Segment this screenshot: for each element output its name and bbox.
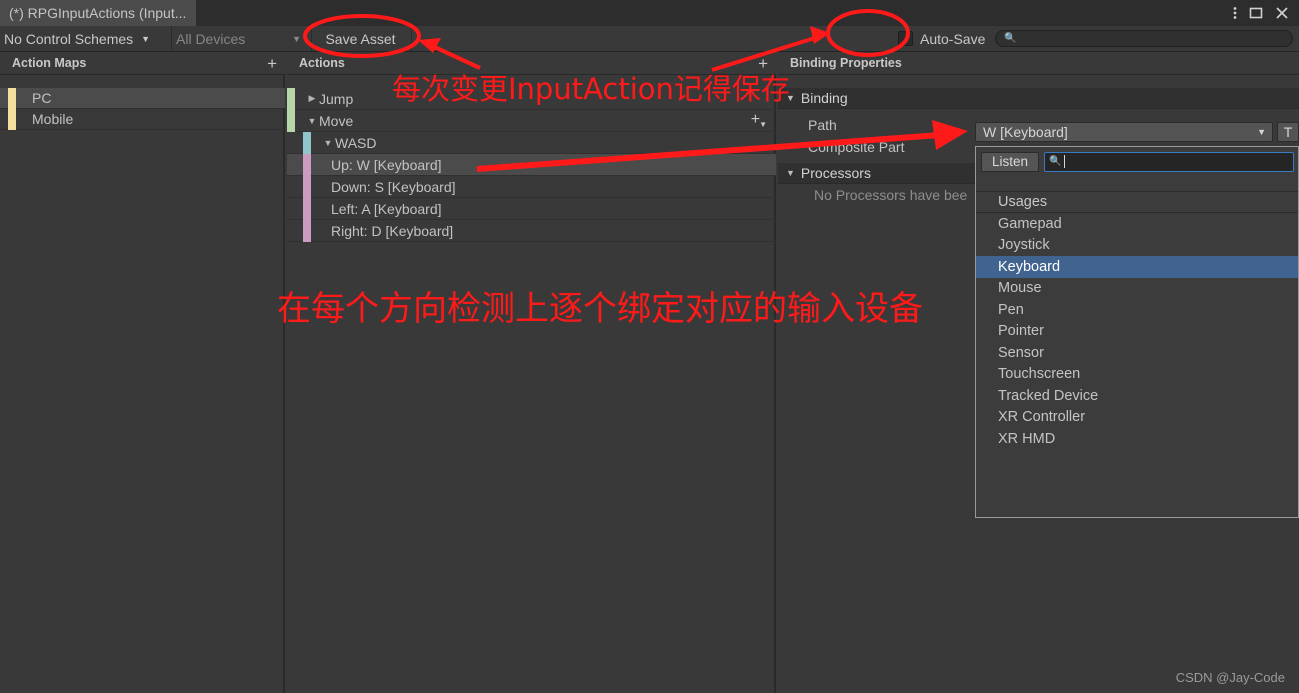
path-option-joystick[interactable]: Joystick xyxy=(976,235,1298,257)
color-strip xyxy=(287,88,295,110)
path-picker-search-input[interactable] xyxy=(1065,154,1289,169)
color-strip xyxy=(303,220,311,242)
path-option-pen[interactable]: Pen xyxy=(976,299,1298,321)
binding-item-left[interactable]: Left: A [Keyboard] xyxy=(287,198,776,220)
action-map-label: PC xyxy=(32,90,52,106)
actions-header: Actions + xyxy=(287,52,776,75)
binding-item-up[interactable]: Up: W [Keyboard] xyxy=(287,154,776,176)
color-strip xyxy=(303,132,311,154)
binding-properties-title: Binding Properties xyxy=(790,56,902,70)
maximize-icon[interactable] xyxy=(1249,6,1263,20)
composite-item-wasd[interactable]: ▼ WASD xyxy=(287,132,776,154)
path-text-mode-button[interactable]: T xyxy=(1277,122,1299,142)
toolbar-search-box[interactable]: 🔍 xyxy=(995,30,1293,47)
devices-label: All Devices xyxy=(176,30,246,47)
listen-button[interactable]: Listen xyxy=(981,151,1039,172)
path-option-pointer[interactable]: Pointer xyxy=(976,321,1298,343)
path-option-sensor[interactable]: Sensor xyxy=(976,342,1298,364)
binding-foldout-label: Binding xyxy=(800,90,848,106)
path-option-gamepad[interactable]: Gamepad xyxy=(976,213,1298,235)
path-picker-list: Gamepad Joystick Keyboard Mouse Pen Poin… xyxy=(976,213,1298,450)
action-maps-panel: Action Maps + PC Mobile xyxy=(0,52,285,693)
chevron-down-icon: ▼ xyxy=(786,168,795,178)
chevron-down-icon[interactable]: ▼ xyxy=(321,138,335,148)
path-option-touchscreen[interactable]: Touchscreen xyxy=(976,364,1298,386)
control-schemes-label: No Control Schemes xyxy=(4,30,134,47)
path-picker-toolbar: Listen 🔍 xyxy=(976,147,1298,173)
binding-foldout[interactable]: ▼ Binding xyxy=(778,88,1299,109)
chevron-down-icon: ▼ xyxy=(292,33,301,44)
path-dropdown[interactable]: W [Keyboard] ▼ xyxy=(975,122,1273,142)
action-map-item-mobile[interactable]: Mobile xyxy=(0,109,285,130)
action-map-item-pc[interactable]: PC xyxy=(0,88,285,109)
save-asset-button[interactable]: Save Asset xyxy=(312,26,412,51)
action-label: Jump xyxy=(319,90,354,107)
binding-label: Right: D [Keyboard] xyxy=(331,222,454,239)
search-input[interactable] xyxy=(1021,31,1284,46)
path-picker-section-header: Usages xyxy=(976,191,1298,213)
path-option-mouse[interactable]: Mouse xyxy=(976,278,1298,300)
path-option-xr-controller[interactable]: XR Controller xyxy=(976,407,1298,429)
actions-panel: Actions + ▶ Jump ▼ Move +▼ ▼ WASD Up: W … xyxy=(287,52,776,693)
actions-tree: ▶ Jump ▼ Move +▼ ▼ WASD Up: W [Keyboard] xyxy=(287,88,776,242)
path-label: Path xyxy=(808,117,837,133)
control-schemes-dropdown[interactable]: No Control Schemes ▼ xyxy=(0,26,172,51)
path-option-keyboard[interactable]: Keyboard xyxy=(976,256,1298,278)
path-picker-search-box[interactable]: 🔍 xyxy=(1044,151,1294,172)
path-option-tracked-device[interactable]: Tracked Device xyxy=(976,385,1298,407)
color-strip xyxy=(303,154,311,176)
search-icon: 🔍 xyxy=(1049,156,1062,167)
binding-item-down[interactable]: Down: S [Keyboard] xyxy=(287,176,776,198)
processors-foldout-label: Processors xyxy=(800,165,871,181)
binding-label: Down: S [Keyboard] xyxy=(331,178,456,195)
binding-label: Up: W [Keyboard] xyxy=(331,156,442,173)
auto-save-toggle[interactable]: Auto-Save xyxy=(852,26,995,51)
window-title-bar: (*) RPGInputActions (Input... xyxy=(0,0,1299,26)
action-maps-header: Action Maps + xyxy=(0,52,285,75)
chevron-right-icon[interactable]: ▶ xyxy=(305,93,319,104)
actions-title: Actions xyxy=(299,56,345,70)
color-strip xyxy=(303,198,311,220)
binding-properties-header: Binding Properties xyxy=(778,52,1299,75)
binding-label: Left: A [Keyboard] xyxy=(331,200,442,217)
composite-part-label: Composite Part xyxy=(808,139,905,155)
save-asset-label: Save Asset xyxy=(325,30,396,47)
color-strip xyxy=(8,109,16,130)
auto-save-label: Auto-Save xyxy=(920,30,986,47)
action-item-jump[interactable]: ▶ Jump xyxy=(287,88,776,110)
path-picker-popup: Listen 🔍 Usages Gamepad Joystick Keyboar… xyxy=(975,146,1299,518)
unity-input-actions-editor-window: (*) RPGInputActions (Input... No Control… xyxy=(0,0,1299,693)
search-icon: 🔍 xyxy=(1004,33,1017,44)
chevron-down-icon: ▼ xyxy=(786,93,795,103)
chevron-down-icon: ▼ xyxy=(141,33,151,44)
close-icon[interactable] xyxy=(1275,6,1289,20)
action-label: Move xyxy=(319,112,354,129)
action-maps-title: Action Maps xyxy=(12,56,87,70)
watermark: CSDN @Jay-Code xyxy=(1175,670,1285,685)
action-maps-list: PC Mobile xyxy=(0,88,285,130)
add-action-map-button[interactable]: + xyxy=(267,55,277,72)
kebab-menu-icon[interactable] xyxy=(1233,6,1237,20)
path-option-xr-hmd[interactable]: XR HMD xyxy=(976,428,1298,450)
color-strip xyxy=(8,88,16,109)
devices-dropdown[interactable]: All Devices ▼ xyxy=(172,26,312,51)
add-binding-button[interactable]: +▼ xyxy=(751,112,768,129)
popup-spacer xyxy=(976,173,1298,191)
color-strip xyxy=(303,176,311,198)
binding-item-right[interactable]: Right: D [Keyboard] xyxy=(287,220,776,242)
add-action-button[interactable]: + xyxy=(758,55,768,72)
chevron-down-icon: ▼ xyxy=(1257,127,1266,137)
color-strip xyxy=(287,110,295,132)
action-map-label: Mobile xyxy=(32,111,74,127)
window-controls xyxy=(1233,0,1295,26)
composite-label: WASD xyxy=(335,134,377,151)
auto-save-checkbox[interactable] xyxy=(898,31,913,46)
path-value: W [Keyboard] xyxy=(983,124,1068,140)
action-item-move[interactable]: ▼ Move +▼ xyxy=(287,110,776,132)
path-control: W [Keyboard] ▼ T xyxy=(975,122,1299,142)
editor-toolbar: No Control Schemes ▼ All Devices ▼ Save … xyxy=(0,26,1299,52)
asset-tab[interactable]: (*) RPGInputActions (Input... xyxy=(0,0,197,26)
chevron-down-icon[interactable]: ▼ xyxy=(305,116,319,126)
